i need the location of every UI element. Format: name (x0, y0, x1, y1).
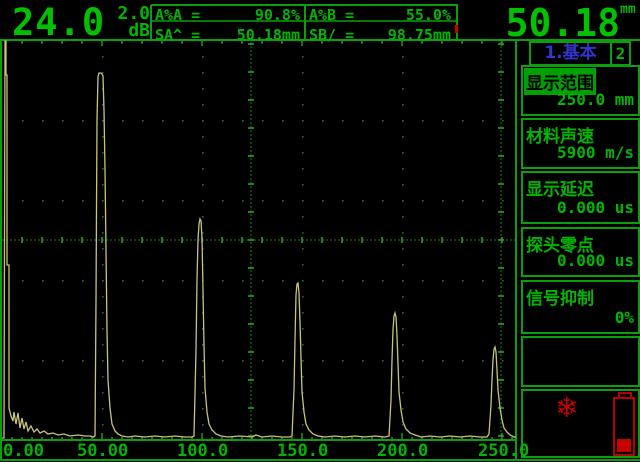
menu-item-value: 0.000 us (557, 198, 634, 217)
x-axis-tick-label: 150.0 (277, 441, 328, 461)
menu-item-display-delay[interactable]: 显示延迟 0.000 us (521, 171, 640, 224)
battery-icon (613, 392, 635, 456)
menu-item-empty (521, 336, 640, 387)
menu-item-probe-zero[interactable]: 探头零点 0.000 us (521, 227, 640, 277)
menu-item-material-velocity[interactable]: 材料声速 5900 m/s (521, 118, 640, 169)
x-axis-tick-label: 0.00 (3, 441, 44, 461)
readout-a-amplitude: A%A = 90.8% (152, 5, 304, 21)
x-axis-tick-label: 50.00 (77, 441, 128, 461)
x-axis-tick-label: 100.0 (177, 441, 228, 461)
menu-item-value: 250.0 mm (557, 90, 634, 109)
menu-item-reject[interactable]: 信号抑制 0% (521, 280, 640, 334)
menu-tab-bar: 1.基本 2 (529, 41, 631, 66)
gate-b-readout-box: A%B = 55.0% SB/ = 98.75mm (306, 5, 455, 40)
gate-a-readout-box: A%A = 90.8% SA^ = 50.18mm (152, 5, 304, 40)
readout-value: 90.8% (255, 6, 300, 21)
menu-item-value: 5900 m/s (557, 143, 634, 162)
x-axis-tick-label: 250.0 (478, 441, 529, 461)
menu-item-value: 0.000 us (557, 251, 634, 270)
battery-low-fill (617, 439, 631, 452)
readout-value: 50.18mm (237, 26, 300, 41)
freeze-icon: ❄ (555, 391, 578, 424)
readout-value: 55.0% (406, 6, 451, 21)
x-axis-tick-label: 200.0 (377, 441, 428, 461)
readout-b-soundpath: SB/ = 98.75mm (306, 25, 455, 41)
gain-value: 24.0 (12, 1, 105, 44)
status-icon-panel: ❄ (521, 389, 640, 458)
readout-value: 98.75mm (388, 26, 451, 41)
tab-basic[interactable]: 1.基本 (531, 43, 612, 64)
flaw-detector-screen: 24.0 2.0 dB A%A = 90.8% SA^ = 50.18mm A%… (0, 0, 640, 462)
readout-a-soundpath: SA^ = 50.18mm (152, 25, 304, 41)
main-measurement-value: 50.18 (457, 1, 620, 45)
menu-item-label: 信号抑制 (524, 283, 596, 310)
gain-unit-label: dB (108, 20, 150, 41)
readout-label: A%A = (155, 6, 200, 21)
menu-item-value: 0% (615, 308, 634, 327)
battery-body (613, 397, 635, 456)
main-measurement-unit: mm (620, 2, 636, 17)
menu-item-display-range[interactable]: 显示范围 250.0 mm (521, 65, 640, 116)
readout-label: SA^ = (155, 26, 200, 41)
readout-label: A%B = (309, 6, 354, 21)
menu-item-label: 显示延迟 (524, 174, 596, 201)
readout-b-amplitude: A%B = 55.0% (306, 5, 455, 21)
readout-label: SB/ = (309, 26, 354, 41)
tab-2[interactable]: 2 (612, 43, 629, 64)
